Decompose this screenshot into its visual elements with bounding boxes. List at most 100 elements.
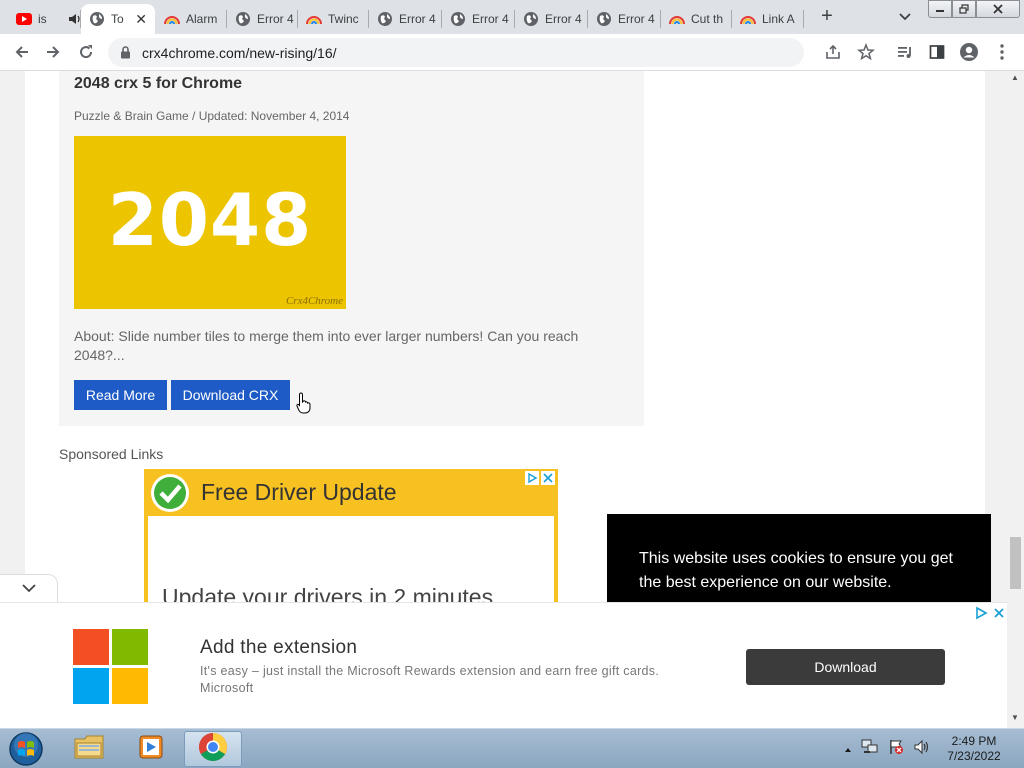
window-controls [928,0,1020,18]
globe-icon [450,11,466,27]
back-icon[interactable] [11,41,33,63]
tab-label: Link A [762,12,795,26]
chevron-down-icon [21,580,37,598]
post-title[interactable]: 2048 crx 5 for Chrome [74,75,242,93]
address-bar[interactable]: crx4chrome.com/new-rising/16/ [108,38,804,67]
adchoices-icon[interactable] [974,606,988,625]
scroll-up-icon[interactable]: ▲ [1011,73,1019,82]
ad-title: Add the extension [200,637,358,658]
read-more-button[interactable]: Read More [74,380,167,410]
adchoices-icon[interactable] [525,471,539,485]
tab-label: To [111,12,124,26]
volume-icon[interactable] [913,739,931,760]
scroll-down-icon[interactable]: ▼ [1011,713,1019,722]
rainbow-icon [306,11,322,27]
profile-avatar-icon[interactable] [959,42,979,62]
ad-download-button[interactable]: Download [746,649,945,685]
network-icon[interactable] [861,739,879,760]
tab-active[interactable]: To ✕ [81,4,155,34]
minimize-button[interactable] [928,0,952,18]
ad-headline: Free Driver Update [201,479,397,505]
windows-taskbar: 2:49 PM 7/23/2022 [0,728,1024,768]
taskbar-explorer[interactable] [60,731,118,767]
taskbar-clock[interactable]: 2:49 PM 7/23/2022 [938,734,1010,764]
globe-icon [89,11,105,27]
clock-date: 7/23/2022 [947,749,1001,763]
tab-youtube[interactable]: is [8,4,80,34]
page-scrollbar[interactable]: ▲ ▼ [1007,71,1024,728]
extension-post-card: 2048 crx 5 for Chrome Puzzle & Brain Gam… [59,71,644,426]
scrollbar-thumb[interactable] [1010,537,1021,589]
tab-label: Twinc [328,12,359,26]
browser-toolbar: crx4chrome.com/new-rising/16/ [0,34,1024,71]
side-panel-icon[interactable] [927,42,947,62]
page-viewport: 2048 crx 5 for Chrome Puzzle & Brain Gam… [0,71,1024,728]
sponsored-links-label: Sponsored Links [59,446,164,462]
tab-error-2[interactable]: Error 4 [369,4,441,34]
tab-label: Error 4 [472,12,509,26]
tab-alarm[interactable]: Alarm [156,4,226,34]
tab-link[interactable]: Link A [732,4,802,34]
action-center-icon[interactable] [888,739,904,760]
chrome-icon [198,732,228,767]
globe-icon [523,11,539,27]
cookie-banner: This website uses cookies to ensure you … [607,514,991,609]
media-control-icon[interactable] [895,42,915,62]
tab-error-4[interactable]: Error 4 [515,4,587,34]
system-tray [844,739,931,760]
close-tab-icon[interactable]: ✕ [135,11,147,28]
download-crx-button[interactable]: Download CRX [171,380,290,410]
tab-twinc[interactable]: Twinc [298,4,368,34]
tab-search-icon[interactable] [896,7,914,25]
post-meta: Puzzle & Brain Game / Updated: November … [74,109,350,123]
globe-icon [235,11,251,27]
ad-choices[interactable] [974,606,1006,625]
rainbow-icon [164,11,180,27]
taskbar-chrome[interactable] [184,731,242,767]
ad-choices[interactable] [525,471,555,485]
windows-start-icon[interactable] [8,731,44,767]
tab-label: Error 4 [399,12,436,26]
checkmark-icon [150,473,190,513]
tab-strip: is To ✕ Alarm Error 4 Twinc Error 4 Erro… [0,0,1024,34]
thumbnail-watermark: Crx4Chrome [285,295,343,307]
show-hidden-icons-icon[interactable] [844,741,852,759]
tab-label: Cut th [691,12,724,26]
close-ad-icon[interactable] [541,471,555,485]
rainbow-icon [740,11,756,27]
folder-icon [73,733,105,766]
tab-error-1[interactable]: Error 4 [227,4,297,34]
post-thumbnail[interactable]: 2048 Crx4Chrome [74,136,346,309]
menu-kebab-icon[interactable] [992,42,1012,62]
post-description: About: Slide number tiles to merge them … [74,328,579,363]
globe-icon [377,11,393,27]
url-text: crx4chrome.com/new-rising/16/ [142,45,337,61]
thumbnail-text: 2048 [107,178,313,262]
speaker-icon[interactable] [68,12,80,29]
ad-body: Update your drivers in 2 minutes [148,516,554,609]
ad-brand: Microsoft [200,681,254,695]
globe-icon [596,11,612,27]
tab-error-3[interactable]: Error 4 [442,4,514,34]
tab-cut[interactable]: Cut th [661,4,731,34]
share-icon[interactable] [823,42,843,62]
tab-label: Error 4 [618,12,655,26]
restore-button[interactable] [952,0,976,18]
close-window-button[interactable] [976,0,1020,18]
tab-error-5[interactable]: Error 4 [588,4,660,34]
tab-label: Error 4 [257,12,294,26]
microsoft-logo-icon [73,629,148,704]
collapse-ad-button[interactable] [0,574,58,602]
reload-icon[interactable] [75,41,97,63]
close-ad-icon[interactable] [992,606,1006,625]
bottom-ad-banner[interactable]: Add the extension It's easy – just insta… [0,602,1007,728]
new-tab-button[interactable]: + [816,5,838,27]
forward-icon[interactable] [42,41,64,63]
driver-update-ad[interactable]: Free Driver Update Update your drivers i… [144,469,558,609]
taskbar-media-player[interactable] [122,731,180,767]
bookmark-star-icon[interactable] [856,42,876,62]
tab-label: Error 4 [545,12,582,26]
lock-icon[interactable] [120,46,131,64]
ad-description: It's easy – just install the Microsoft R… [200,664,660,678]
cookie-message: This website uses cookies to ensure you … [639,550,953,591]
